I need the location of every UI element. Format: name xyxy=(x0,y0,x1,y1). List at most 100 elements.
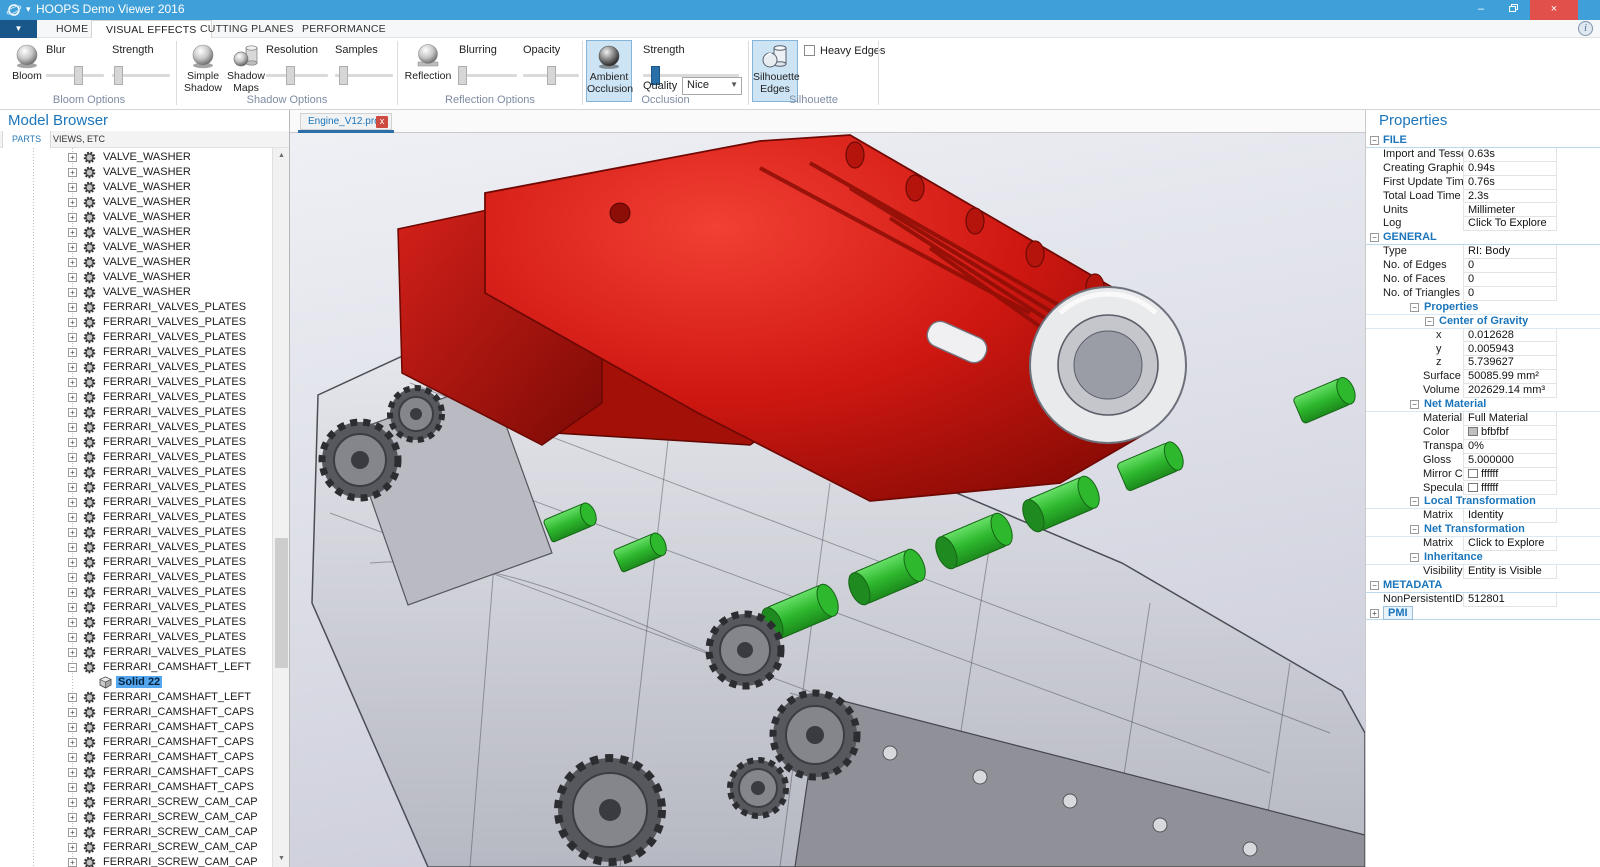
expand-icon[interactable]: + xyxy=(68,813,77,822)
collapse-icon[interactable]: − xyxy=(1370,233,1379,242)
tree-item[interactable]: +FERRARI_CAMSHAFT_CAPS xyxy=(0,750,272,765)
expand-icon[interactable]: + xyxy=(68,543,77,552)
tree-item-label[interactable]: FERRARI_VALVES_PLATES xyxy=(101,601,248,613)
scroll-up-icon[interactable]: ▲ xyxy=(273,148,290,164)
minimize-button[interactable]: – xyxy=(1466,0,1496,20)
reflection-button[interactable]: Reflection xyxy=(401,40,455,102)
tree-item[interactable]: + FERRARI_VALVES_PLATES xyxy=(0,585,272,600)
tree-item[interactable]: +VALVE_WASHER xyxy=(0,150,272,165)
document-tab-engine-v12[interactable]: Engine_V12.pro x xyxy=(300,113,392,130)
expand-icon[interactable]: + xyxy=(68,528,77,537)
tree-item[interactable]: +FERRARI_SCREW_CAM_CAP xyxy=(0,810,272,825)
tree-item-label[interactable]: FERRARI_VALVES_PLATES xyxy=(101,361,248,373)
blur-slider[interactable]: Blur xyxy=(46,44,104,84)
expand-icon[interactable]: + xyxy=(68,483,77,492)
opacity-slider[interactable]: Opacity xyxy=(523,44,579,84)
tree-item[interactable]: +FERRARI_VALVES_PLATES xyxy=(0,390,272,405)
tab-views-etc[interactable]: VIEWS, ETC xyxy=(44,131,114,148)
expand-icon[interactable]: + xyxy=(68,648,77,657)
shadow-maps-button[interactable]: Shadow Maps xyxy=(224,40,268,102)
tree-item[interactable]: +FERRARI_VALVES_PLATES xyxy=(0,465,272,480)
tree-item-label[interactable]: FERRARI_SCREW_CAM_CAP xyxy=(101,856,260,867)
expand-icon[interactable]: + xyxy=(68,843,77,852)
tree-item-label[interactable]: FERRARI_VALVES_PLATES xyxy=(101,556,248,568)
collapse-icon[interactable]: − xyxy=(1410,400,1419,409)
tree-item[interactable]: +VALVE_WASHER xyxy=(0,165,272,180)
expand-icon[interactable]: + xyxy=(68,633,77,642)
tree-item-label[interactable]: FERRARI_VALVES_PLATES xyxy=(101,571,248,583)
expand-icon[interactable]: + xyxy=(68,378,77,387)
expand-icon[interactable]: + xyxy=(68,708,77,717)
collapse-icon[interactable]: − xyxy=(1410,303,1419,312)
expand-icon[interactable]: + xyxy=(68,603,77,612)
tree-item-label[interactable]: VALVE_WASHER xyxy=(101,271,193,283)
tree-item-label[interactable]: FERRARI_CAMSHAFT_CAPS xyxy=(101,736,256,748)
close-button[interactable]: × xyxy=(1530,0,1578,20)
tree-item-label[interactable]: FERRARI_VALVES_PLATES xyxy=(101,451,248,463)
tree-item-label[interactable]: FERRARI_VALVES_PLATES xyxy=(101,616,248,628)
tree-item[interactable]: Solid 22 xyxy=(0,675,272,690)
tree-item[interactable]: + FERRARI_VALVES_PLATES xyxy=(0,645,272,660)
samples-slider[interactable]: Samples xyxy=(335,44,393,84)
tree-item[interactable]: + FERRARI_VALVES_PLATES xyxy=(0,600,272,615)
tree-item[interactable]: +FERRARI_VALVES_PLATES xyxy=(0,330,272,345)
tree-item-label[interactable]: Solid 22 xyxy=(116,676,162,688)
tree-item-label[interactable]: FERRARI_CAMSHAFT_CAPS xyxy=(101,721,256,733)
tree-item-label[interactable]: FERRARI_CAMSHAFT_CAPS xyxy=(101,766,256,778)
collapse-icon[interactable]: − xyxy=(1410,553,1419,562)
expand-icon[interactable]: + xyxy=(68,558,77,567)
tree-item[interactable]: +FERRARI_SCREW_CAM_CAP xyxy=(0,825,272,840)
expand-icon[interactable]: + xyxy=(68,453,77,462)
collapse-icon[interactable]: − xyxy=(1370,581,1379,590)
quick-access-chevron-icon[interactable]: ▾ xyxy=(26,4,31,15)
collapse-icon[interactable]: − xyxy=(1410,525,1419,534)
tree-item[interactable]: +FERRARI_VALVES_PLATES xyxy=(0,495,272,510)
tree-item-label[interactable]: VALVE_WASHER xyxy=(101,286,193,298)
expand-icon[interactable]: + xyxy=(68,423,77,432)
viewport-3d[interactable] xyxy=(290,133,1365,867)
expand-icon[interactable]: + xyxy=(68,198,77,207)
tree-item-label[interactable]: FERRARI_VALVES_PLATES xyxy=(101,631,248,643)
collapse-icon[interactable]: − xyxy=(1370,136,1379,145)
tree-item[interactable]: +FERRARI_CAMSHAFT_CAPS xyxy=(0,765,272,780)
tree-item[interactable]: +FERRARI_CAMSHAFT_CAPS xyxy=(0,780,272,795)
tree-item-label[interactable]: FERRARI_VALVES_PLATES xyxy=(101,301,248,313)
resolution-slider-thumb[interactable] xyxy=(286,66,295,85)
expand-icon[interactable]: + xyxy=(68,693,77,702)
tree-item[interactable]: + FERRARI_VALVES_PLATES xyxy=(0,630,272,645)
tree-item[interactable]: +FERRARI_VALVES_PLATES xyxy=(0,525,272,540)
tree-item-label[interactable]: VALVE_WASHER xyxy=(101,196,193,208)
tree-item-label[interactable]: FERRARI_VALVES_PLATES xyxy=(101,586,248,598)
simple-shadow-button[interactable]: Simple Shadow xyxy=(181,40,225,102)
tree-item-label[interactable]: FERRARI_SCREW_CAM_CAP xyxy=(101,826,260,838)
expand-icon[interactable]: + xyxy=(68,588,77,597)
expand-icon[interactable]: + xyxy=(68,243,77,252)
tree-item[interactable]: +FERRARI_SCREW_CAM_CAP xyxy=(0,855,272,867)
expand-icon[interactable]: + xyxy=(68,468,77,477)
tree-item[interactable]: + VALVE_WASHER xyxy=(0,195,272,210)
tree-item[interactable]: + VALVE_WASHER xyxy=(0,240,272,255)
heavy-edges-option[interactable]: Heavy Edges xyxy=(804,45,885,57)
expand-icon[interactable]: + xyxy=(68,408,77,417)
tree-item-label[interactable]: VALVE_WASHER xyxy=(101,241,193,253)
blurring-slider-track[interactable] xyxy=(459,74,517,77)
tree-item[interactable]: + FERRARI_VALVES_PLATES xyxy=(0,450,272,465)
expand-icon[interactable]: + xyxy=(68,363,77,372)
tree-item[interactable]: +FERRARI_VALVES_PLATES xyxy=(0,405,272,420)
tree-item[interactable]: +FERRARI_SCREW_CAM_CAP xyxy=(0,795,272,810)
tree-item-label[interactable]: FERRARI_VALVES_PLATES xyxy=(101,541,248,553)
tree-scrollbar[interactable]: ▲ ▼ xyxy=(272,148,289,867)
expand-icon[interactable]: + xyxy=(1370,609,1379,618)
close-tab-icon[interactable]: x xyxy=(376,116,388,128)
silhouette-edges-button[interactable]: Silhouette Edges xyxy=(752,40,798,102)
tree-item-label[interactable]: FERRARI_VALVES_PLATES xyxy=(101,646,248,658)
bloom-strength-slider[interactable]: Strength xyxy=(112,44,170,84)
restore-button[interactable] xyxy=(1498,0,1528,20)
tree-item[interactable]: +VALVE_WASHER xyxy=(0,285,272,300)
tree-item[interactable]: +VALVE_WASHER xyxy=(0,270,272,285)
expand-icon[interactable]: + xyxy=(68,723,77,732)
tree-item-label[interactable]: VALVE_WASHER xyxy=(101,181,193,193)
bloom-button[interactable]: Bloom xyxy=(5,40,49,102)
expand-icon[interactable]: + xyxy=(68,393,77,402)
tree-item[interactable]: +FERRARI_CAMSHAFT_LEFT xyxy=(0,690,272,705)
